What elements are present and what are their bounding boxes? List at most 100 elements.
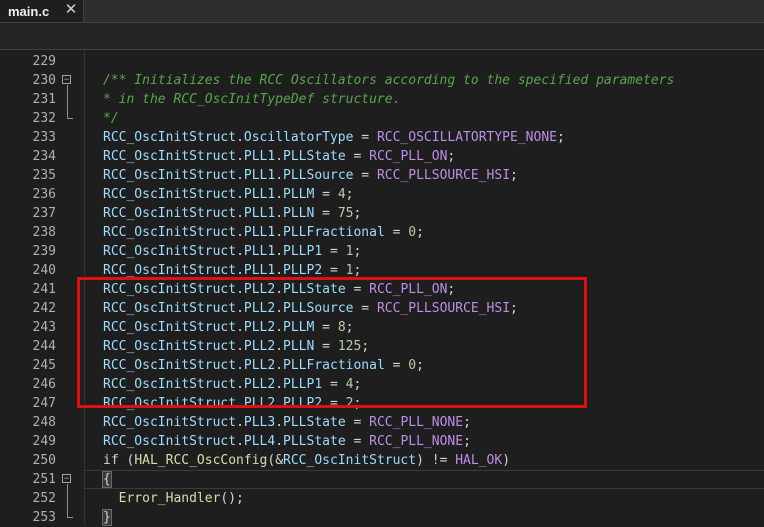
code-token: ; xyxy=(416,358,424,373)
code-token: RCC_OscInitStruct xyxy=(103,358,237,373)
code-token: . xyxy=(236,377,244,392)
fold-guide-end xyxy=(67,517,73,518)
code-line[interactable]: 240 RCC_OscInitStruct.PLL1.PLLP2 = 1; xyxy=(0,261,764,280)
code-token: . xyxy=(236,301,244,316)
code-line[interactable]: 234 RCC_OscInitStruct.PLL1.PLLState = RCC… xyxy=(0,147,764,166)
code-line[interactable]: 229 xyxy=(0,52,764,71)
fold-guide xyxy=(67,85,68,118)
code-token: PLLFractional xyxy=(283,358,385,373)
code-line[interactable]: 248 RCC_OscInitStruct.PLL3.PLLState = RCC… xyxy=(0,413,764,432)
code-token: = xyxy=(353,168,377,183)
code-line[interactable]: 238 RCC_OscInitStruct.PLL1.PLLFractional … xyxy=(0,223,764,242)
code-token: PLL1 xyxy=(243,206,276,221)
code-line[interactable]: 235 RCC_OscInitStruct.PLL1.PLLSource = RC… xyxy=(0,166,764,185)
code-token: . xyxy=(275,396,284,411)
code-token: RCC_OscInitStruct xyxy=(103,282,237,297)
code-text: */ xyxy=(103,109,119,128)
code-line[interactable]: 231 * in the RCC_OscInitTypeDef structure… xyxy=(0,90,764,109)
line-number: 253 xyxy=(32,510,56,525)
code-token: HAL_OK xyxy=(455,453,503,468)
code-token: PLLState xyxy=(283,415,346,430)
line-number: 245 xyxy=(32,358,56,373)
code-token: RCC_OSCILLATORTYPE_NONE xyxy=(376,130,557,145)
code-text: RCC_OscInitStruct.PLL1.PLLFractional = 0… xyxy=(103,223,424,242)
code-line[interactable]: 243 RCC_OscInitStruct.PLL2.PLLM = 8; xyxy=(0,318,764,337)
code-token: PLL4 xyxy=(243,434,276,449)
code-token: RCC_OscInitStruct xyxy=(103,149,237,164)
code-token: PLL1 xyxy=(243,263,276,278)
code-token: . xyxy=(275,187,284,202)
collapse-icon[interactable]: − xyxy=(62,474,71,483)
code-line[interactable]: 236 RCC_OscInitStruct.PLL1.PLLM = 4; xyxy=(0,185,764,204)
code-token: = xyxy=(345,434,370,449)
code-token: = xyxy=(353,130,377,145)
code-text: RCC_OscInitStruct.PLL2.PLLN = 125; xyxy=(103,337,369,356)
line-number: 241 xyxy=(32,282,56,297)
code-token: . xyxy=(236,244,244,259)
code-token: PLLN xyxy=(283,206,315,221)
code-token: HAL_RCC_OscConfig xyxy=(134,453,268,468)
code-token: RCC_PLLSOURCE_HSI xyxy=(376,301,511,316)
code-token: RCC_OscInitStruct xyxy=(103,396,237,411)
code-token: ; xyxy=(447,282,456,297)
code-token: ( xyxy=(118,453,135,468)
code-line[interactable]: 247 RCC_OscInitStruct.PLL2.PLLP2 = 2; xyxy=(0,394,764,413)
code-token: = xyxy=(384,358,409,373)
code-line[interactable]: 241 RCC_OscInitStruct.PLL2.PLLState = RCC… xyxy=(0,280,764,299)
tab-main-c[interactable]: main.c ✕ xyxy=(0,0,84,22)
code-token: . xyxy=(236,396,244,411)
code-line[interactable]: 232 */ xyxy=(0,109,764,128)
code-token: PLLP1 xyxy=(283,244,323,259)
code-token: . xyxy=(275,377,284,392)
code-token: . xyxy=(236,320,244,335)
line-number: 230 xyxy=(32,73,56,88)
code-token: ; xyxy=(353,377,362,392)
code-text: { xyxy=(102,470,112,489)
code-token: PLLSource xyxy=(283,168,354,183)
code-line[interactable]: 253} xyxy=(0,508,764,527)
code-line[interactable]: 250 if (HAL_RCC_OscConfig(&RCC_OscInitStr… xyxy=(0,451,764,470)
code-token: PLLP1 xyxy=(283,377,323,392)
code-token: if xyxy=(103,453,119,468)
code-token: = xyxy=(322,244,346,259)
code-text: if (HAL_RCC_OscConfig(&RCC_OscInitStruct… xyxy=(103,451,510,470)
code-token: RCC_OscInitStruct xyxy=(103,225,237,240)
code-token: PLL1 xyxy=(243,244,276,259)
code-line[interactable]: 246 RCC_OscInitStruct.PLL2.PLLP1 = 4; xyxy=(0,375,764,394)
code-token: . xyxy=(275,358,284,373)
code-text: } xyxy=(102,508,112,527)
code-editor[interactable]: 229 230−/** Initializes the RCC Oscillato… xyxy=(0,50,764,527)
code-line[interactable]: 233 RCC_OscInitStruct.OscillatorType = RC… xyxy=(0,128,764,147)
collapse-icon[interactable]: − xyxy=(62,75,71,84)
code-token: = xyxy=(322,396,346,411)
tab-label: main.c xyxy=(8,3,50,19)
code-line[interactable]: 245 RCC_OscInitStruct.PLL2.PLLFractional … xyxy=(0,356,764,375)
code-token: ; xyxy=(463,434,471,449)
code-token: ; xyxy=(510,168,518,183)
code-token: RCC_OscInitStruct xyxy=(103,434,237,449)
code-token: . xyxy=(275,301,284,316)
code-line[interactable]: 239 RCC_OscInitStruct.PLL1.PLLP1 = 1; xyxy=(0,242,764,261)
code-token: . xyxy=(275,206,284,221)
close-icon[interactable]: ✕ xyxy=(64,2,78,18)
code-token: 0 xyxy=(408,358,417,373)
code-line[interactable]: 230− /** Initializes the RCC Oscillators … xyxy=(0,71,764,90)
code-line[interactable]: 251− { xyxy=(0,470,764,489)
code-token: ; xyxy=(416,225,424,240)
code-token: 4 xyxy=(337,187,346,202)
code-token: * in the RCC_OscInitTypeDef structure. xyxy=(103,92,401,107)
line-number: 246 xyxy=(32,377,56,392)
code-token: = xyxy=(322,377,346,392)
code-line[interactable]: 249 RCC_OscInitStruct.PLL4.PLLState = RCC… xyxy=(0,432,764,451)
code-token: ; xyxy=(463,415,471,430)
code-token: = xyxy=(345,282,370,297)
code-text: RCC_OscInitStruct.PLL1.PLLP1 = 1; xyxy=(103,242,361,261)
code-token: . xyxy=(275,149,284,164)
code-line[interactable]: 244 RCC_OscInitStruct.PLL2.PLLN = 125; xyxy=(0,337,764,356)
code-line[interactable]: 252 Error_Handler(); xyxy=(0,489,764,508)
code-token: (& xyxy=(267,453,284,468)
code-line[interactable]: 242 RCC_OscInitStruct.PLL2.PLLSource = RC… xyxy=(0,299,764,318)
code-line[interactable]: 237 RCC_OscInitStruct.PLL1.PLLN = 75; xyxy=(0,204,764,223)
code-token: PLL2 xyxy=(243,396,276,411)
